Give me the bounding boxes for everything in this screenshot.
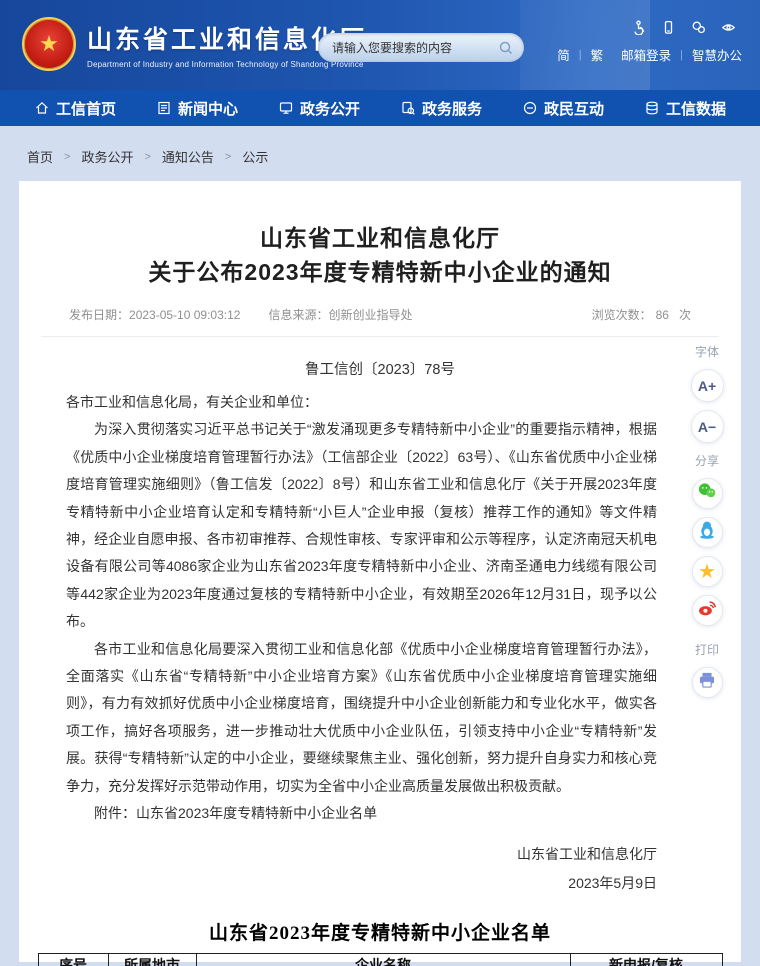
font-increase-button[interactable]: A+ (691, 369, 724, 402)
search-input[interactable] (332, 41, 498, 55)
share-label: 分享 (695, 452, 719, 469)
nav-item-home[interactable]: 工信首页 (34, 98, 116, 119)
wechat-icon (696, 480, 718, 507)
utility-sidebar: 字体 A+ A− 分享 ★ (683, 338, 731, 702)
breadcrumb-notices[interactable]: 通知公告 (162, 147, 214, 166)
nav-label: 工信数据 (666, 98, 726, 119)
nav-item-data[interactable]: 工信数据 (644, 98, 726, 119)
col-header-status: 新申报/复核 (570, 953, 722, 966)
article-title-line2: 关于公布2023年度专精特新中小企业的通知 (19, 255, 741, 289)
nav-label: 政务服务 (422, 98, 482, 119)
breadcrumb-separator: > (64, 151, 70, 163)
meta-divider (41, 336, 719, 337)
qq-icon (696, 519, 718, 546)
paragraph-2: 各市工业和信息化局要深入贯彻工业和信息化部《优质中小企业梯度培育管理暂行办法》，… (66, 636, 657, 800)
wechat-share-button[interactable] (692, 478, 723, 509)
nav-item-news[interactable]: 新闻中心 (156, 98, 238, 119)
breadcrumb-separator: > (144, 151, 150, 163)
font-size-label: 字体 (695, 343, 719, 360)
site-subtitle: Department of Industry and Information T… (87, 60, 367, 69)
nav-label: 新闻中心 (178, 98, 238, 119)
nav-item-service[interactable]: 政务服务 (400, 98, 482, 119)
enterprise-table: 序号 所属地市 企业名称 新申报/复核 112 济南市 济南佳易建材有限公司 新… (38, 953, 723, 966)
site-brand: ★ 山东省工业和信息化厅 Department of Industry and … (22, 17, 367, 71)
separator: | (579, 49, 582, 61)
breadcrumb-separator: > (225, 151, 231, 163)
nav-item-interaction[interactable]: 政民互动 (522, 98, 604, 119)
qq-share-button[interactable] (692, 517, 723, 548)
weibo-share-button[interactable] (692, 595, 723, 626)
article-card: 山东省工业和信息化厅 关于公布2023年度专精特新中小企业的通知 发布日期：20… (19, 181, 741, 962)
salutation: 各市工业和信息化局，有关企业和单位： (66, 389, 657, 416)
nav-item-disclosure[interactable]: 政务公开 (278, 98, 360, 119)
site-header: ★ 山东省工业和信息化厅 Department of Industry and … (0, 0, 760, 90)
view-count: 浏览次数：86次 (592, 306, 691, 323)
info-source: 信息来源：创新创业指导处 (268, 306, 412, 323)
disclosure-icon (278, 100, 294, 116)
service-icon (400, 100, 416, 116)
table-header-row: 序号 所属地市 企业名称 新申报/复核 (38, 953, 722, 966)
signature-block: 山东省工业和信息化厅 2023年5月9日 (19, 840, 657, 898)
news-icon (156, 100, 172, 116)
breadcrumb-current: 公示 (242, 147, 268, 166)
font-decrease-button[interactable]: A− (691, 410, 724, 443)
lang-traditional-link[interactable]: 繁 (591, 45, 604, 64)
weibo-icon (696, 597, 718, 624)
search-icon[interactable] (498, 40, 514, 56)
accessibility-icon[interactable] (631, 20, 646, 35)
eye-icon[interactable] (721, 20, 736, 35)
col-header-company: 企业名称 (196, 953, 570, 966)
breadcrumb: 首页 > 政务公开 > 通知公告 > 公示 (0, 126, 760, 181)
print-label: 打印 (695, 641, 719, 658)
publish-date: 发布日期：2023-05-10 09:03:12 (69, 306, 240, 323)
national-emblem-logo: ★ (22, 17, 76, 71)
document-number: 鲁工信创〔2023〕78号 (19, 358, 741, 379)
article-title-line1: 山东省工业和信息化厅 (19, 221, 741, 255)
signature-date: 2023年5月9日 (19, 869, 657, 898)
paragraph-1: 为深入贯彻落实习近平总书记关于“激发涌现更多专精特新中小企业”的重要指示精神，根… (66, 416, 657, 635)
printer-icon (697, 670, 717, 695)
search-box[interactable] (318, 33, 524, 62)
mobile-icon[interactable] (661, 20, 676, 35)
signature-org: 山东省工业和信息化厅 (19, 840, 657, 869)
table-title: 山东省2023年度专精特新中小企业名单 (19, 918, 741, 945)
separator: | (680, 49, 683, 61)
mailbox-login-link[interactable]: 邮箱登录 (621, 45, 671, 64)
lang-simplified-link[interactable]: 简 (557, 45, 570, 64)
qzone-icon: ★ (698, 562, 716, 582)
print-button[interactable] (692, 667, 723, 698)
nav-label: 工信首页 (56, 98, 116, 119)
article-title: 山东省工业和信息化厅 关于公布2023年度专精特新中小企业的通知 (19, 181, 741, 289)
main-nav: 工信首页 新闻中心 政务公开 政务服务 政 (0, 90, 760, 126)
emblem-star-icon: ★ (39, 33, 59, 55)
data-icon (644, 100, 660, 116)
home-icon (34, 100, 50, 116)
attachment-line: 附件：山东省2023年度专精特新中小企业名单 (66, 800, 657, 827)
interaction-icon (522, 100, 538, 116)
col-header-no: 序号 (38, 953, 108, 966)
nav-label: 政民互动 (544, 98, 604, 119)
article-meta: 发布日期：2023-05-10 09:03:12 信息来源：创新创业指导处 浏览… (69, 306, 691, 323)
qzone-share-button[interactable]: ★ (692, 556, 723, 587)
nav-label: 政务公开 (300, 98, 360, 119)
article-body: 各市工业和信息化局，有关企业和单位： 为深入贯彻落实习近平总书记关于“激发涌现更… (66, 389, 657, 828)
breadcrumb-home[interactable]: 首页 (27, 147, 53, 166)
breadcrumb-disclosure[interactable]: 政务公开 (81, 147, 133, 166)
smart-office-link[interactable]: 智慧办公 (692, 45, 742, 64)
col-header-city: 所属地市 (108, 953, 196, 966)
wechat-chat-icon[interactable] (691, 20, 706, 35)
